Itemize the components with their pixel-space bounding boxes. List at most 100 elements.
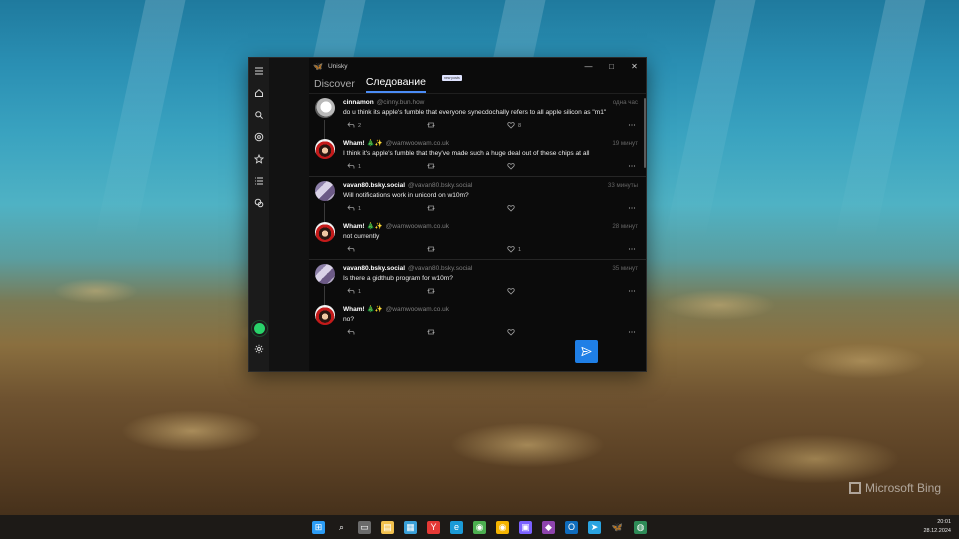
globe-app-icon[interactable]: ◍ xyxy=(634,520,647,534)
more-icon xyxy=(628,328,636,338)
more-icon xyxy=(628,162,636,172)
reply-button[interactable] xyxy=(343,328,427,338)
repost-button[interactable] xyxy=(427,204,507,214)
telegram-icon[interactable]: ➤ xyxy=(588,520,601,534)
favorites-icon[interactable] xyxy=(251,151,267,167)
post-author-name[interactable]: cinnamon xyxy=(343,98,374,107)
edge-icon[interactable]: e xyxy=(450,520,463,534)
reply-count: 1 xyxy=(358,164,362,170)
reply-button[interactable]: 1 xyxy=(343,204,427,214)
like-button[interactable] xyxy=(507,204,593,214)
post-author-handle[interactable]: @cinny.bun.how xyxy=(377,98,425,107)
reply-button[interactable]: 1 xyxy=(343,162,427,172)
repost-button[interactable] xyxy=(427,162,507,172)
outlook-icon[interactable]: O xyxy=(565,520,578,534)
like-button[interactable] xyxy=(507,287,593,297)
repost-icon xyxy=(427,245,435,255)
post-author-name[interactable]: Wham! 🎄✨ xyxy=(343,222,383,231)
post-avatar[interactable] xyxy=(315,139,335,159)
settings-gear-icon[interactable] xyxy=(251,341,267,357)
repost-button[interactable] xyxy=(427,245,507,255)
more-options-button[interactable] xyxy=(628,328,636,338)
system-tray-clock[interactable]: 20:01 28.12.2024 xyxy=(923,518,951,536)
chrome-beta-icon[interactable]: ◉ xyxy=(496,520,509,534)
post-author-name[interactable]: vavan80.bsky.social xyxy=(343,264,405,273)
nav-rail xyxy=(249,58,269,371)
post-avatar[interactable] xyxy=(315,264,335,284)
task-view-icon[interactable]: ▭ xyxy=(358,520,371,534)
post-author-name[interactable]: Wham! 🎄✨ xyxy=(343,139,383,148)
tab-following[interactable]: Следование xyxy=(365,76,426,93)
repost-button[interactable] xyxy=(427,287,507,297)
compose-button[interactable] xyxy=(575,340,598,363)
post-item[interactable]: cinnamon @cinny.bun.how одна час do u th… xyxy=(309,94,646,141)
close-button[interactable]: ✕ xyxy=(623,58,646,74)
repost-icon xyxy=(427,287,435,297)
menu-icon[interactable] xyxy=(251,63,267,79)
messages-icon[interactable] xyxy=(251,195,267,211)
visual-studio-icon[interactable]: ◆ xyxy=(542,520,555,534)
heart-icon xyxy=(507,245,515,255)
account-avatar[interactable] xyxy=(253,323,265,334)
post-author-handle[interactable]: @vavan80.bsky.social xyxy=(408,264,472,273)
like-button[interactable] xyxy=(507,328,593,338)
yandex-browser-icon[interactable]: Y xyxy=(427,520,440,534)
chrome-icon[interactable]: ◉ xyxy=(473,520,486,534)
reply-button[interactable]: 2 xyxy=(343,121,427,131)
post-author-handle[interactable]: @wamwoowam.co.uk xyxy=(386,222,449,231)
like-button[interactable]: 1 xyxy=(507,245,593,255)
notepad-icon[interactable]: ▦ xyxy=(404,520,417,534)
more-options-button[interactable] xyxy=(628,204,636,214)
unisky-taskbar-icon[interactable]: 🦋 xyxy=(611,521,624,534)
lists-icon[interactable] xyxy=(251,173,267,189)
more-options-button[interactable] xyxy=(628,245,636,255)
post-timestamp: 35 минут xyxy=(612,265,638,272)
post-author-name[interactable]: vavan80.bsky.social xyxy=(343,181,405,190)
post-avatar[interactable] xyxy=(315,305,335,325)
heart-icon xyxy=(507,121,515,131)
reply-button[interactable]: 1 xyxy=(343,287,427,297)
reply-icon xyxy=(347,162,355,172)
more-options-button[interactable] xyxy=(628,287,636,297)
home-icon[interactable] xyxy=(251,85,267,101)
app-title: Unisky xyxy=(327,62,348,70)
send-icon xyxy=(581,346,592,357)
post-author-handle[interactable]: @wamwoowam.co.uk xyxy=(386,305,449,314)
like-button[interactable]: 8 xyxy=(507,121,593,131)
mentions-icon[interactable] xyxy=(251,129,267,145)
post-author-handle[interactable]: @wamwoowam.co.uk xyxy=(386,139,449,148)
post-author-name[interactable]: Wham! 🎄✨ xyxy=(343,305,383,314)
post-avatar[interactable] xyxy=(315,222,335,242)
post-avatar[interactable] xyxy=(315,181,335,201)
post-text: I think it's apple's fumble that they've… xyxy=(343,150,590,157)
more-icon xyxy=(628,121,636,131)
bing-watermark: Microsoft Bing xyxy=(848,481,941,495)
more-options-button[interactable] xyxy=(628,121,636,131)
clock-date: 28.12.2024 xyxy=(923,528,951,534)
start-icon[interactable]: ⊞ xyxy=(312,520,325,534)
minimize-button[interactable]: — xyxy=(577,58,600,74)
search-taskbar-icon[interactable]: ⌕ xyxy=(335,521,348,534)
floppy-app-icon[interactable]: ▣ xyxy=(519,520,532,534)
post-item[interactable]: Wham! 🎄✨ @wamwoowam.co.uk no? xyxy=(309,301,646,342)
post-item[interactable]: vavan80.bsky.social @vavan80.bsky.social… xyxy=(309,176,646,224)
repost-button[interactable] xyxy=(427,328,507,338)
post-author-handle[interactable]: @vavan80.bsky.social xyxy=(408,181,472,190)
timeline-feed[interactable]: cinnamon @cinny.bun.how одна час do u th… xyxy=(309,94,646,371)
post-item[interactable]: Wham! 🎄✨ @wamwoowam.co.uk 19 минут I thi… xyxy=(309,135,646,176)
new-posts-badge[interactable]: new posts xyxy=(442,75,462,81)
post-timestamp: одна час xyxy=(612,99,638,106)
repost-button[interactable] xyxy=(427,121,507,131)
like-button[interactable] xyxy=(507,162,593,172)
file-explorer-icon[interactable]: ▤ xyxy=(381,520,394,534)
post-item[interactable]: vavan80.bsky.social @vavan80.bsky.social… xyxy=(309,259,646,307)
more-options-button[interactable] xyxy=(628,162,636,172)
reply-button[interactable] xyxy=(343,245,427,255)
post-avatar[interactable] xyxy=(315,98,335,118)
search-icon[interactable] xyxy=(251,107,267,123)
post-item[interactable]: Wham! 🎄✨ @wamwoowam.co.uk 28 минут not c… xyxy=(309,218,646,259)
post-text: Is there a gidthub program for w10m? xyxy=(343,275,453,282)
post-actions: 1 xyxy=(343,158,638,176)
maximize-button[interactable]: □ xyxy=(600,58,623,74)
tab-discover[interactable]: Discover xyxy=(314,78,355,93)
